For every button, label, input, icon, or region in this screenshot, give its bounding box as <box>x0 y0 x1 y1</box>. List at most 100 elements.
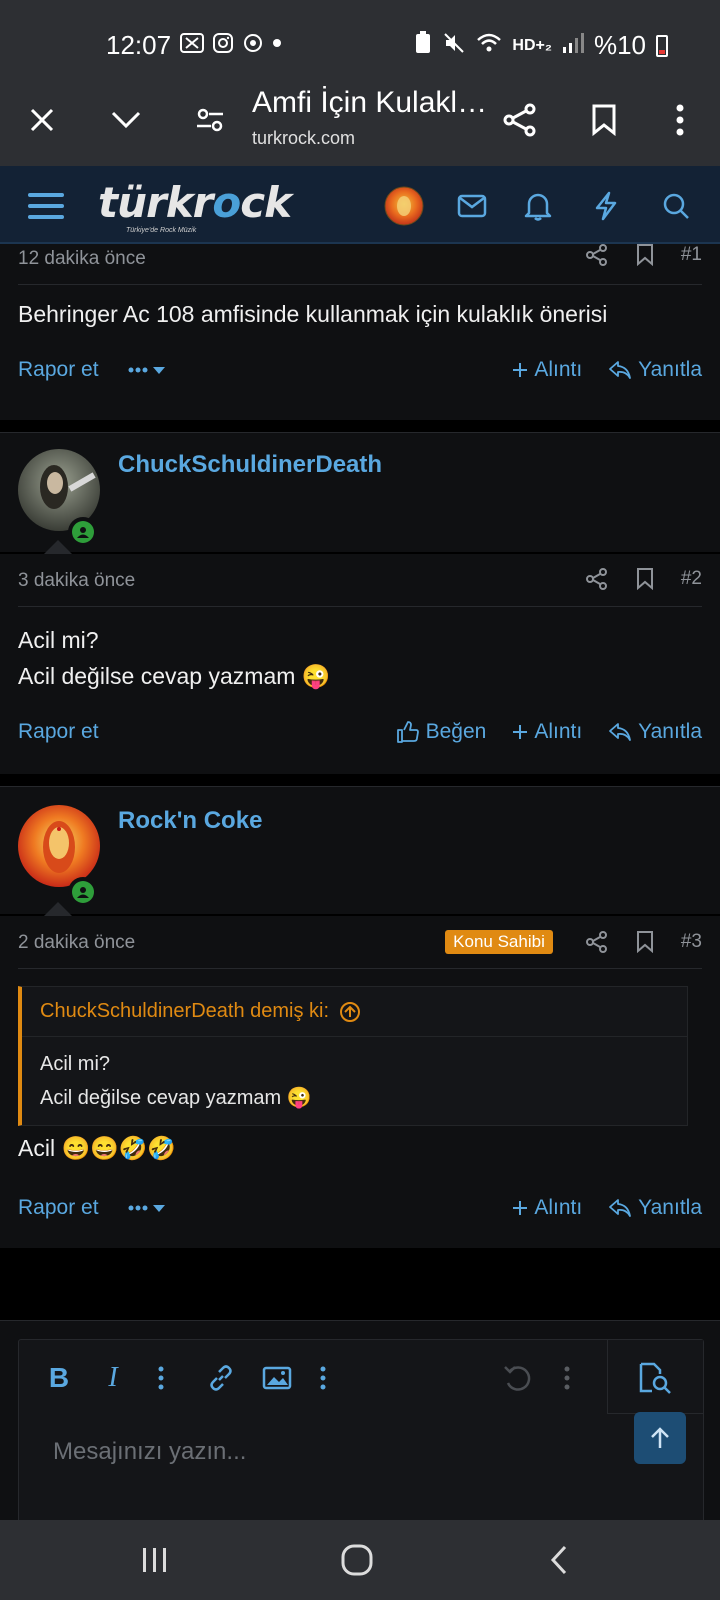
quote-block: ChuckSchuldinerDeath demiş ki: Acil mi? … <box>18 986 688 1126</box>
post-number[interactable]: #3 <box>681 931 702 953</box>
post-time[interactable]: 2 dakika önce <box>18 932 135 954</box>
bookmark-icon[interactable] <box>582 98 626 142</box>
page-title: Amfi İçin Kulakl… <box>252 86 484 119</box>
bookmark-icon[interactable] <box>621 244 669 266</box>
post-number[interactable]: #1 <box>681 244 702 266</box>
post-time[interactable]: 3 dakika önce <box>18 570 135 592</box>
post-3-author: Rock'n Coke <box>0 786 720 914</box>
post-message: Acil 😄😄🤣🤣 <box>18 1130 176 1166</box>
site-header: türkrock Türkiye'de Rock Müzik <box>0 166 720 244</box>
menu-icon[interactable] <box>26 186 66 226</box>
post-pointer <box>44 902 72 916</box>
browser-toolbar: Amfi İçin Kulakl… turkrock.com <box>0 80 720 166</box>
reply-button[interactable]: Yanıtla <box>608 720 702 744</box>
undo-icon[interactable] <box>497 1358 537 1398</box>
post-3: 2 dakika önce Konu Sahibi #3 ChuckSchuld… <box>0 916 720 1248</box>
lightning-icon[interactable] <box>586 186 626 226</box>
site-logo[interactable]: türkrock <box>98 178 292 227</box>
reply-editor: B I Mesajınızı yazın... <box>18 1339 704 1539</box>
thumbs-up-icon <box>396 721 419 743</box>
reply-button[interactable]: Yanıtla <box>608 358 702 382</box>
more-options-button[interactable] <box>127 1202 167 1214</box>
reply-label: Yanıtla <box>638 1196 702 1219</box>
logo-text-right: ck <box>240 178 292 227</box>
share-icon[interactable] <box>498 98 542 142</box>
like-button[interactable]: Beğen <box>396 720 486 744</box>
jump-to-quote-icon[interactable] <box>339 1001 361 1023</box>
bookmark-icon[interactable] <box>621 931 669 953</box>
status-time: 12:07 <box>106 30 172 60</box>
plus-icon <box>513 1201 528 1215</box>
report-link[interactable]: Rapor et <box>18 358 99 382</box>
notification-icons <box>180 32 282 60</box>
logo-text-accent: o <box>212 178 241 227</box>
image-icon[interactable] <box>257 1358 297 1398</box>
quote-header[interactable]: ChuckSchuldinerDeath demiş ki: <box>22 987 687 1037</box>
report-link[interactable]: Rapor et <box>18 1196 99 1220</box>
bold-button[interactable]: B <box>39 1358 79 1398</box>
battery-saver-icon <box>414 30 432 61</box>
more-history-icon[interactable] <box>547 1358 587 1398</box>
inbox-icon[interactable] <box>452 186 492 226</box>
post-2-author: ChuckSchuldinerDeath <box>0 432 720 552</box>
italic-button[interactable]: I <box>93 1358 133 1398</box>
quote-button[interactable]: Alıntı <box>512 358 582 382</box>
share-icon[interactable] <box>573 244 621 266</box>
user-avatar[interactable] <box>18 805 100 887</box>
recent-apps-icon[interactable] <box>130 1540 180 1580</box>
online-status-icon <box>68 877 98 907</box>
scroll-to-top-button[interactable] <box>634 1412 686 1464</box>
link-icon[interactable] <box>201 1358 241 1398</box>
more-vert-icon[interactable] <box>658 98 702 142</box>
more-insert-icon[interactable] <box>303 1358 343 1398</box>
system-nav-bar <box>0 1520 720 1600</box>
bookmark-icon[interactable] <box>621 568 669 590</box>
share-icon[interactable] <box>573 931 621 953</box>
reply-label: Yanıtla <box>638 358 702 381</box>
wifi-icon <box>476 32 502 60</box>
back-icon[interactable] <box>534 1540 584 1580</box>
post-2: 3 dakika önce #2 Acil mi? Acil değilse c… <box>0 554 720 774</box>
notification-x-icon <box>180 33 204 59</box>
post-tools: #2 <box>573 568 702 590</box>
search-icon[interactable] <box>656 186 696 226</box>
reply-label: Yanıtla <box>638 720 702 743</box>
message-line: Behringer Ac 108 amfisinde kullanmak içi… <box>18 301 608 327</box>
account-avatar[interactable] <box>384 186 424 226</box>
post-time[interactable]: 12 dakika önce <box>18 248 146 270</box>
share-icon[interactable] <box>573 568 621 590</box>
quote-button[interactable]: Alıntı <box>512 720 582 744</box>
post-message: Behringer Ac 108 amfisinde kullanmak içi… <box>18 296 607 332</box>
post-actions: Rapor et Alıntı Yanıtla <box>18 1196 702 1220</box>
sync-icon <box>242 32 264 60</box>
quote-button[interactable]: Alıntı <box>512 1196 582 1220</box>
site-settings-icon[interactable] <box>188 98 232 142</box>
quote-line: Acil mi? <box>40 1053 111 1075</box>
preview-button[interactable] <box>607 1340 703 1414</box>
preview-icon <box>639 1362 671 1394</box>
plus-icon <box>513 363 528 377</box>
online-status-icon <box>68 517 98 547</box>
home-icon[interactable] <box>332 1540 382 1580</box>
quote-label: Alıntı <box>534 720 583 743</box>
more-format-icon[interactable] <box>141 1358 181 1398</box>
more-options-button[interactable] <box>127 364 167 376</box>
quote-line: Acil değilse cevap yazmam 😜 <box>40 1087 312 1109</box>
quote-content: Acil mi? Acil değilse cevap yazmam 😜 <box>22 1037 687 1125</box>
message-input[interactable]: Mesajınızı yazın... <box>53 1438 246 1466</box>
reply-button[interactable]: Yanıtla <box>608 1196 702 1220</box>
thread-content: 12 dakika önce #1 Behringer Ac 108 amfis… <box>0 244 720 1520</box>
network-type: HD+₂ <box>512 36 552 54</box>
instagram-icon <box>212 32 234 60</box>
close-icon[interactable] <box>20 98 64 142</box>
chevron-down-icon[interactable] <box>104 98 148 142</box>
username[interactable]: ChuckSchuldinerDeath <box>118 451 382 479</box>
reply-icon <box>609 723 632 741</box>
post-actions: Rapor et Beğen Alıntı Yanıtla <box>18 720 702 744</box>
battery-level: %10 <box>593 30 646 60</box>
report-link[interactable]: Rapor et <box>18 720 99 744</box>
status-bar: 12:07 HD+₂ %10 <box>0 0 720 80</box>
bell-icon[interactable] <box>518 186 558 226</box>
username[interactable]: Rock'n Coke <box>118 807 262 835</box>
post-number[interactable]: #2 <box>681 568 702 590</box>
